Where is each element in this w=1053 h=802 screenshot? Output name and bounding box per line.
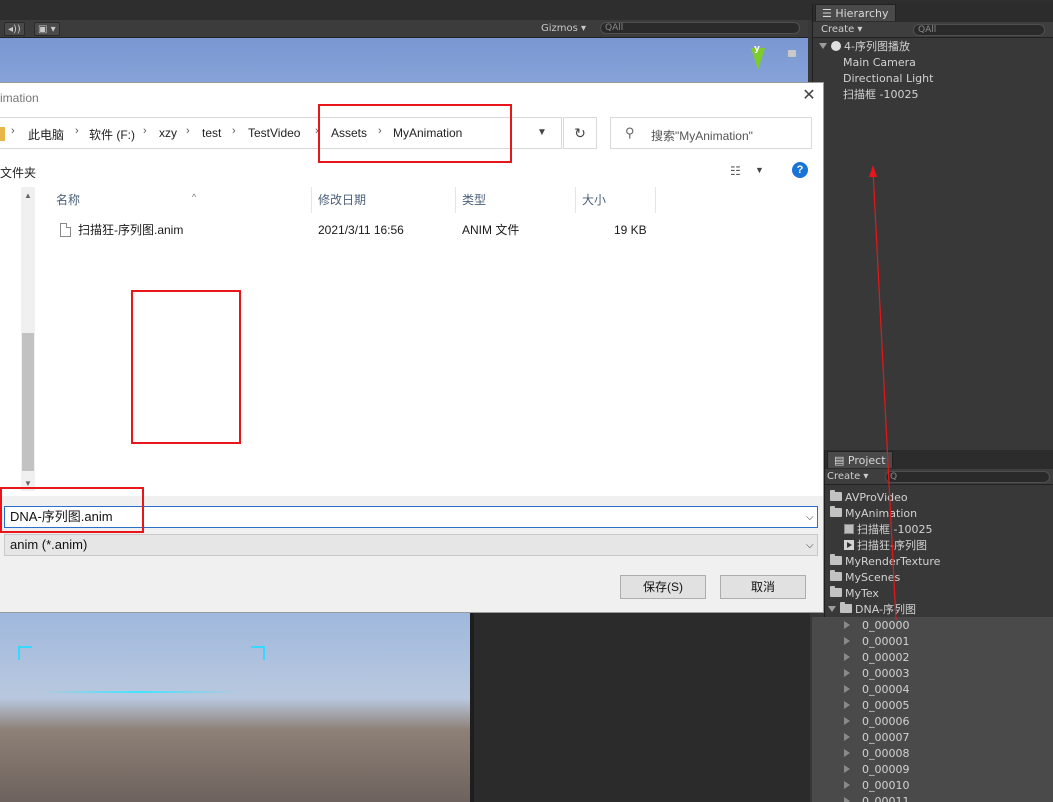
screen: ◂)) ▣ ▾ Gizmos ▾ QAll y ☰ Hierarchy Crea…	[0, 0, 1053, 802]
annotation-arrow	[869, 165, 897, 621]
annotation-arrow-line	[872, 169, 897, 621]
annotation-arrow-head	[869, 165, 877, 177]
